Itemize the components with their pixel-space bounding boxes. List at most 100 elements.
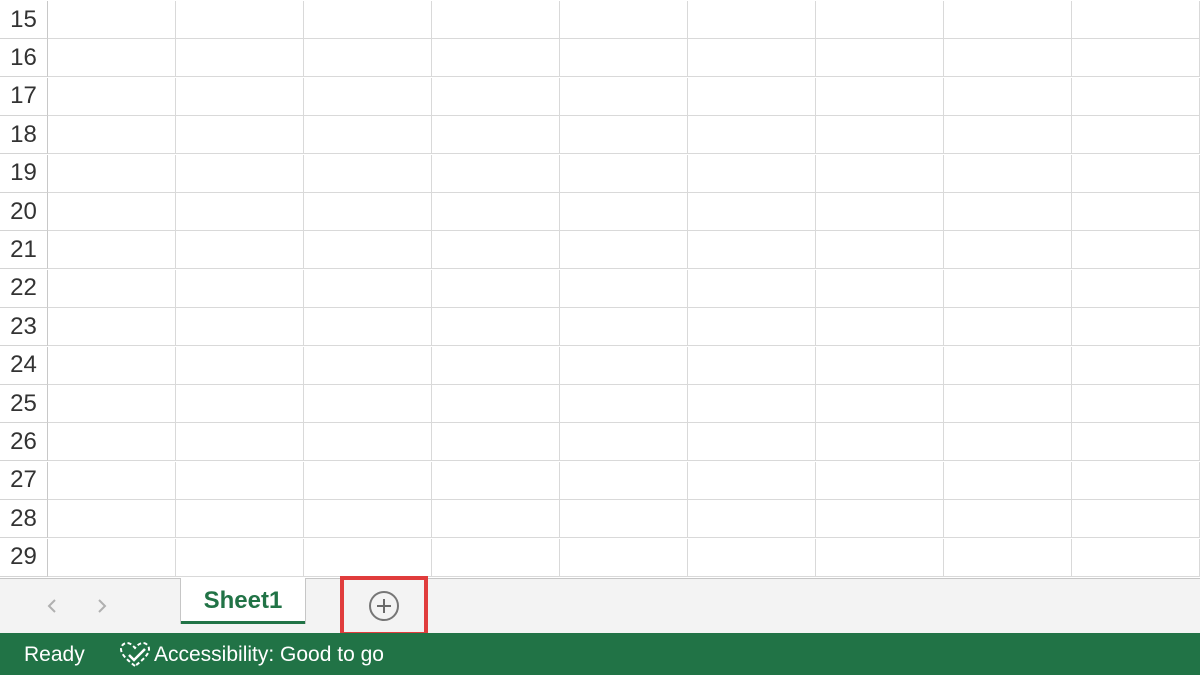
cell[interactable] [560,385,688,423]
cell[interactable] [944,231,1072,270]
cell[interactable] [432,77,560,116]
chevron-left-icon[interactable] [38,592,66,620]
cell[interactable] [48,461,176,500]
accessibility-status[interactable]: Accessibility: Good to go [118,641,384,669]
cell[interactable] [176,308,304,347]
cell[interactable] [432,231,560,270]
cell[interactable] [432,538,560,577]
cell[interactable] [304,77,432,116]
cell[interactable] [1072,269,1200,308]
row-header[interactable]: 19 [0,154,48,193]
row-header[interactable]: 16 [0,39,48,78]
cell[interactable] [560,538,688,577]
cell[interactable] [944,346,1072,385]
cell[interactable] [1072,39,1200,78]
cell[interactable] [1072,346,1200,385]
chevron-right-icon[interactable] [88,592,116,620]
cell[interactable] [304,1,432,39]
cell[interactable] [688,193,816,231]
cell[interactable] [560,154,688,193]
cell[interactable] [944,154,1072,193]
cell[interactable] [432,423,560,462]
cell[interactable] [176,193,304,231]
cell[interactable] [944,385,1072,423]
cell[interactable] [432,385,560,423]
cell[interactable] [816,193,944,231]
cell[interactable] [944,461,1072,500]
cell[interactable] [816,461,944,500]
cell[interactable] [48,346,176,385]
cell[interactable] [1072,231,1200,270]
cell[interactable] [304,461,432,500]
cell[interactable] [432,269,560,308]
row-header[interactable]: 23 [0,308,48,347]
cell[interactable] [304,269,432,308]
cell[interactable] [1072,538,1200,577]
cell[interactable] [688,538,816,577]
cell[interactable] [1072,385,1200,423]
cell[interactable] [304,423,432,462]
row-header[interactable]: 29 [0,538,48,577]
new-sheet-button[interactable] [369,591,399,621]
cell[interactable] [688,423,816,462]
cell[interactable] [432,346,560,385]
row-header[interactable]: 15 [0,1,48,39]
cell[interactable] [560,308,688,347]
cell[interactable] [816,385,944,423]
cell[interactable] [48,231,176,270]
cell[interactable] [944,193,1072,231]
cell[interactable] [816,77,944,116]
cell[interactable] [816,346,944,385]
cell[interactable] [688,154,816,193]
cell[interactable] [1072,154,1200,193]
cell[interactable] [560,423,688,462]
row-header[interactable]: 27 [0,461,48,500]
cell[interactable] [48,39,176,78]
cell[interactable] [816,538,944,577]
cell[interactable] [48,154,176,193]
cell[interactable] [816,269,944,308]
cell[interactable] [560,500,688,539]
cell[interactable] [304,193,432,231]
cell[interactable] [560,77,688,116]
cell[interactable] [304,39,432,78]
row-header[interactable]: 25 [0,385,48,423]
row-header[interactable]: 21 [0,231,48,270]
cell[interactable] [688,269,816,308]
cell[interactable] [816,423,944,462]
sheet-tab-sheet1[interactable]: Sheet1 [180,578,306,624]
cell[interactable] [688,385,816,423]
cell[interactable] [688,461,816,500]
cell[interactable] [944,500,1072,539]
cell[interactable] [176,385,304,423]
cell[interactable] [304,500,432,539]
cell[interactable] [816,1,944,39]
cell[interactable] [432,500,560,539]
cell[interactable] [432,308,560,347]
cell[interactable] [176,77,304,116]
worksheet-grid[interactable]: 15 16 17 18 19 20 21 22 23 24 25 26 27 28 29 [0,0,1200,578]
row-header[interactable]: 22 [0,269,48,308]
cell[interactable] [560,39,688,78]
cell[interactable] [1072,500,1200,539]
cell[interactable] [688,231,816,270]
cell[interactable] [304,231,432,270]
cell[interactable] [560,461,688,500]
cell[interactable] [176,269,304,308]
row-header[interactable]: 24 [0,346,48,385]
cell[interactable] [304,154,432,193]
cell[interactable] [48,193,176,231]
cell[interactable] [1072,1,1200,39]
cell[interactable] [1072,77,1200,116]
row-header[interactable]: 26 [0,423,48,462]
cell[interactable] [176,154,304,193]
cell[interactable] [432,116,560,155]
cell[interactable] [816,308,944,347]
cell[interactable] [432,154,560,193]
cell[interactable] [48,423,176,462]
cell[interactable] [944,423,1072,462]
cell[interactable] [560,346,688,385]
cell[interactable] [944,39,1072,78]
cell[interactable] [1072,193,1200,231]
cell[interactable] [560,231,688,270]
